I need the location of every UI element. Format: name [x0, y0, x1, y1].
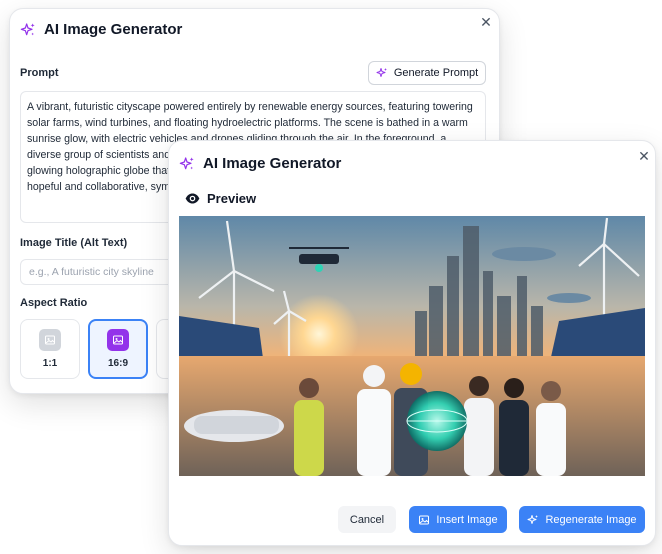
generate-prompt-label: Generate Prompt	[393, 67, 479, 79]
sparkles-icon	[20, 22, 35, 35]
aspect-ratio-option-16-9[interactable]: 16:9	[88, 319, 148, 379]
regenerate-image-label: Regenerate Image	[545, 513, 637, 526]
close-button[interactable]: ✕	[635, 147, 653, 165]
aspect-ratio-label-1-1: 1:1	[42, 358, 58, 369]
dialog-header: AI Image Generator	[20, 21, 182, 38]
sparkles-icon	[376, 68, 387, 77]
close-button[interactable]: ✕	[477, 13, 495, 31]
close-icon: ✕	[480, 13, 492, 30]
insert-image-button[interactable]: Insert Image	[409, 506, 507, 533]
insert-image-label: Insert Image	[436, 513, 498, 526]
cancel-button[interactable]: Cancel	[338, 506, 396, 533]
sparkles-icon	[179, 156, 194, 169]
regenerate-image-button[interactable]: Regenerate Image	[519, 506, 645, 533]
prompt-label: Prompt	[20, 67, 59, 79]
dialog-title: AI Image Generator	[203, 155, 342, 172]
generate-prompt-button[interactable]: Generate Prompt	[368, 61, 486, 85]
image-icon	[107, 329, 129, 351]
eye-icon	[185, 193, 200, 204]
sparkles-icon	[527, 514, 539, 524]
generated-image-preview	[179, 216, 645, 476]
close-icon: ✕	[638, 147, 650, 164]
ai-image-preview-dialog: AI Image Generator ✕ Preview Cancel Inse…	[168, 140, 656, 546]
image-title-label: Image Title (Alt Text)	[20, 237, 128, 249]
dialog-title: AI Image Generator	[44, 21, 183, 38]
aspect-ratio-label-16-9: 16:9	[107, 358, 128, 369]
aspect-ratio-label: Aspect Ratio	[20, 297, 88, 309]
image-icon	[39, 329, 61, 351]
dialog-header: AI Image Generator	[179, 155, 341, 172]
preview-header: Preview	[185, 191, 256, 206]
aspect-ratio-option-1-1[interactable]: 1:1	[20, 319, 80, 379]
image-icon	[419, 515, 430, 524]
preview-label: Preview	[207, 191, 257, 206]
